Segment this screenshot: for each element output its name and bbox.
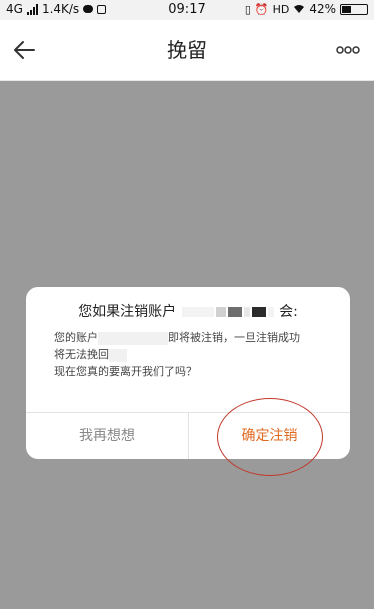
- redacted-account-blocks: [181, 304, 279, 320]
- status-bar: 4G 1.4K/s 09:17 ▯ ⏰ HD 42%: [0, 0, 374, 20]
- confirm-cancel-account-button[interactable]: 确定注销: [189, 413, 350, 459]
- message-line-1: 您的账户 即将被注销，一旦注销成功: [54, 329, 334, 346]
- cancel-account-dialog: 您如果注销账户 会: 您的账户 即将被注销，一旦注销成功 将无法挽回 现在您真的要…: [26, 287, 350, 459]
- battery-icon: [340, 3, 368, 15]
- message-line-2-text: 将无法挽回: [54, 348, 109, 361]
- dialog-title-suffix: 会:: [279, 304, 298, 320]
- app-header: 挽留: [0, 20, 374, 81]
- message-line-2: 将无法挽回: [54, 346, 334, 363]
- vibrate-icon: ▯: [244, 2, 251, 16]
- wifi-icon: [294, 5, 305, 13]
- message-line-1-prefix: 您的账户: [54, 331, 98, 344]
- reconsider-button[interactable]: 我再想想: [26, 413, 188, 459]
- dialog-title: 您如果注销账户 会:: [26, 301, 350, 321]
- more-dots-icon: [336, 46, 360, 54]
- page-title: 挽留: [167, 38, 207, 62]
- battery-percent: 42%: [309, 2, 336, 16]
- hd-label: HD: [272, 2, 290, 16]
- alarm-icon: ⏰: [254, 2, 269, 16]
- message-line-3: 现在您真的要离开我们了吗？: [54, 365, 197, 378]
- dialog-message: 您的账户 即将被注销，一旦注销成功 将无法挽回 现在您真的要离开我们了吗？: [54, 329, 334, 380]
- dialog-title-prefix: 您如果注销账户: [78, 304, 177, 320]
- redacted-account: [98, 331, 168, 345]
- more-button[interactable]: [336, 42, 360, 58]
- message-line-1-suffix: 即将被注销，一旦注销成功: [168, 331, 300, 344]
- status-right: ▯ ⏰ HD 42%: [245, 2, 368, 16]
- redacted-text: [109, 348, 127, 362]
